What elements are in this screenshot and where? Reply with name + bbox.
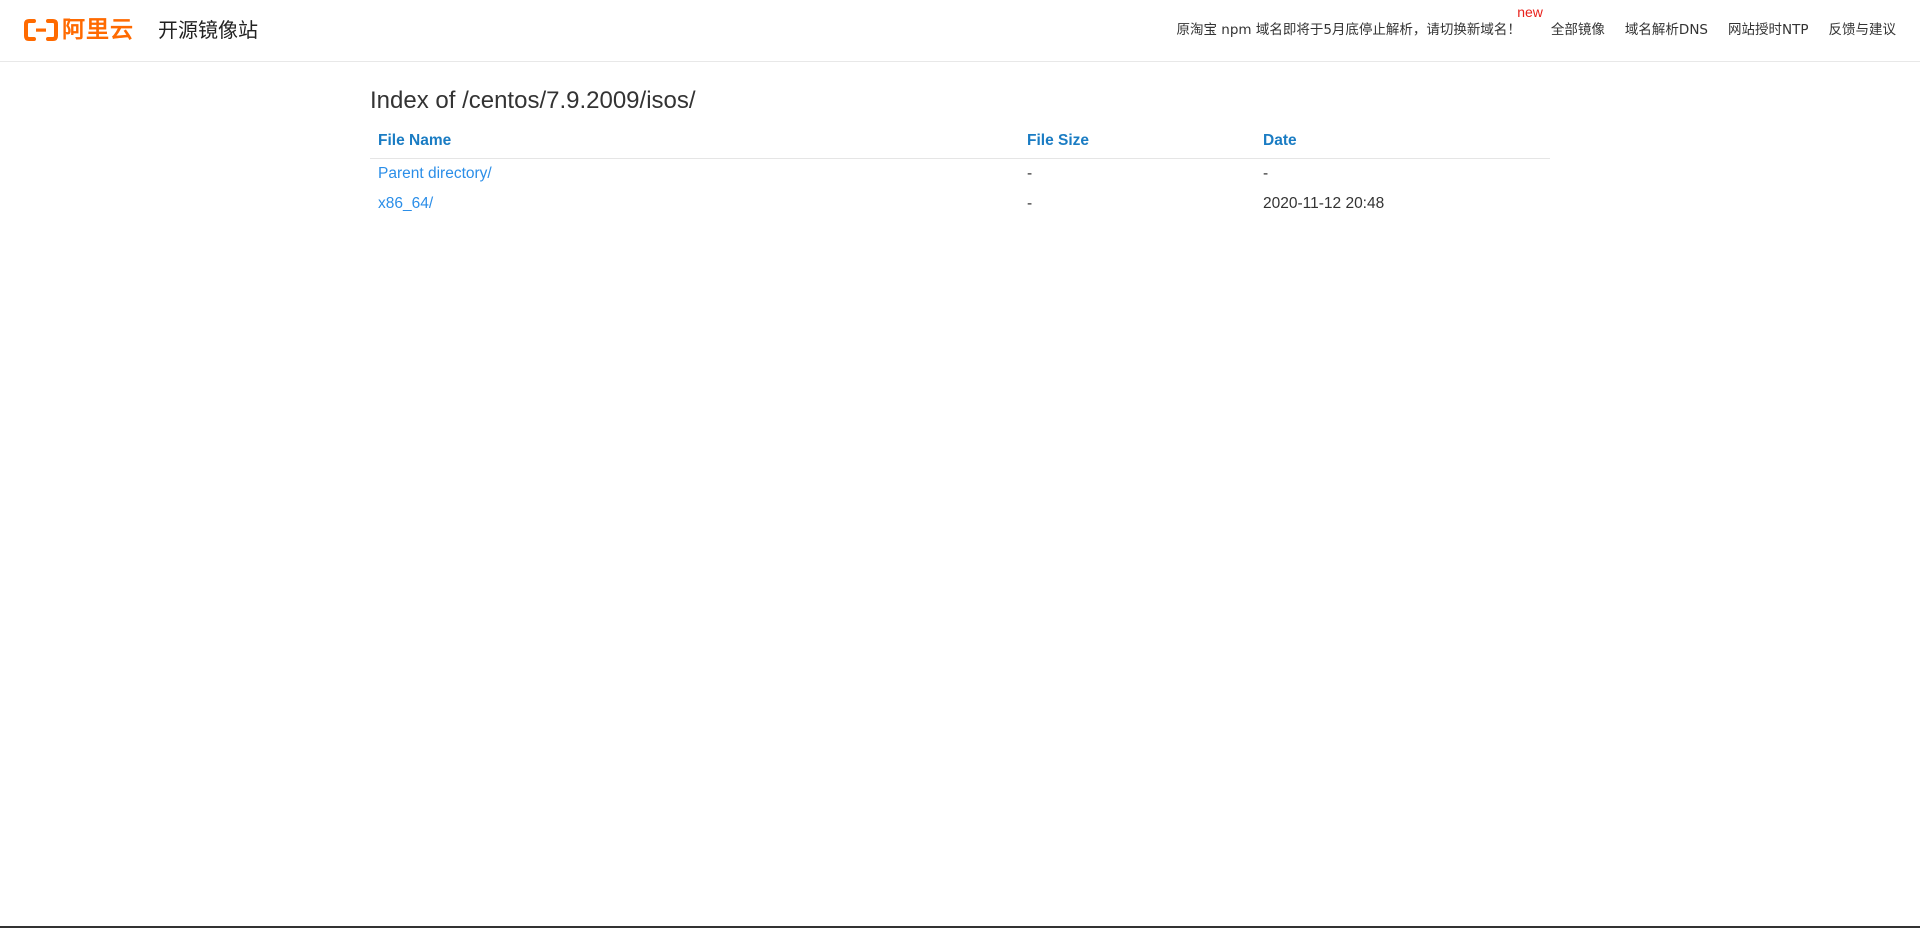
new-badge: new — [1517, 4, 1543, 20]
column-header-date[interactable]: Date — [1255, 126, 1550, 159]
file-listing-table: File Name File Size Date Parent director… — [370, 126, 1550, 219]
aliyun-logo[interactable]: 阿里云 — [24, 14, 134, 46]
file-date-cell: 2020-11-12 20:48 — [1263, 195, 1385, 212]
top-header: 阿里云 开源镜像站 原淘宝 npm 域名即将于5月底停止解析，请切换新域名！ n… — [0, 0, 1920, 62]
npm-domain-notice-link[interactable]: 原淘宝 npm 域名即将于5月底停止解析，请切换新域名！ new — [1176, 4, 1542, 40]
nav-dns[interactable]: 域名解析DNS — [1625, 20, 1708, 40]
logo-text: 阿里云 — [62, 17, 134, 43]
column-header-file-name[interactable]: File Name — [370, 126, 1019, 159]
notice-text: 原淘宝 npm 域名即将于5月底停止解析，请切换新域名！ — [1176, 22, 1521, 38]
main-content: Index of /centos/7.9.2009/isos/ File Nam… — [370, 84, 1550, 219]
brand[interactable]: 阿里云 开源镜像站 — [24, 14, 258, 46]
table-header-row: File Name File Size Date — [370, 126, 1550, 159]
file-size-cell: - — [1027, 165, 1033, 182]
nav-all-mirrors[interactable]: 全部镜像 — [1551, 20, 1605, 40]
aliyun-bracket-icon — [24, 19, 58, 41]
file-size-cell: - — [1027, 195, 1033, 212]
sort-by-size-link[interactable]: File Size — [1027, 132, 1089, 149]
sort-by-date-link[interactable]: Date — [1263, 132, 1297, 149]
x86-64-directory-link[interactable]: x86_64/ — [378, 195, 433, 212]
sort-by-name-link[interactable]: File Name — [378, 132, 451, 149]
site-title[interactable]: 开源镜像站 — [158, 14, 258, 46]
nav-feedback[interactable]: 反馈与建议 — [1829, 20, 1897, 40]
parent-directory-link[interactable]: Parent directory/ — [378, 165, 492, 182]
table-row: x86_64/ - 2020-11-12 20:48 — [370, 189, 1550, 219]
file-name-cell: x86_64/ — [370, 189, 1019, 219]
column-header-file-size[interactable]: File Size — [1019, 126, 1255, 159]
nav-ntp[interactable]: 网站授时NTP — [1728, 20, 1809, 40]
top-nav: 原淘宝 npm 域名即将于5月底停止解析，请切换新域名！ new 全部镜像 域名… — [1176, 4, 1897, 40]
file-date-cell: - — [1263, 165, 1269, 182]
file-name-cell: Parent directory/ — [370, 159, 1019, 190]
table-row: Parent directory/ - - — [370, 159, 1550, 190]
page-title: Index of /centos/7.9.2009/isos/ — [370, 87, 696, 114]
